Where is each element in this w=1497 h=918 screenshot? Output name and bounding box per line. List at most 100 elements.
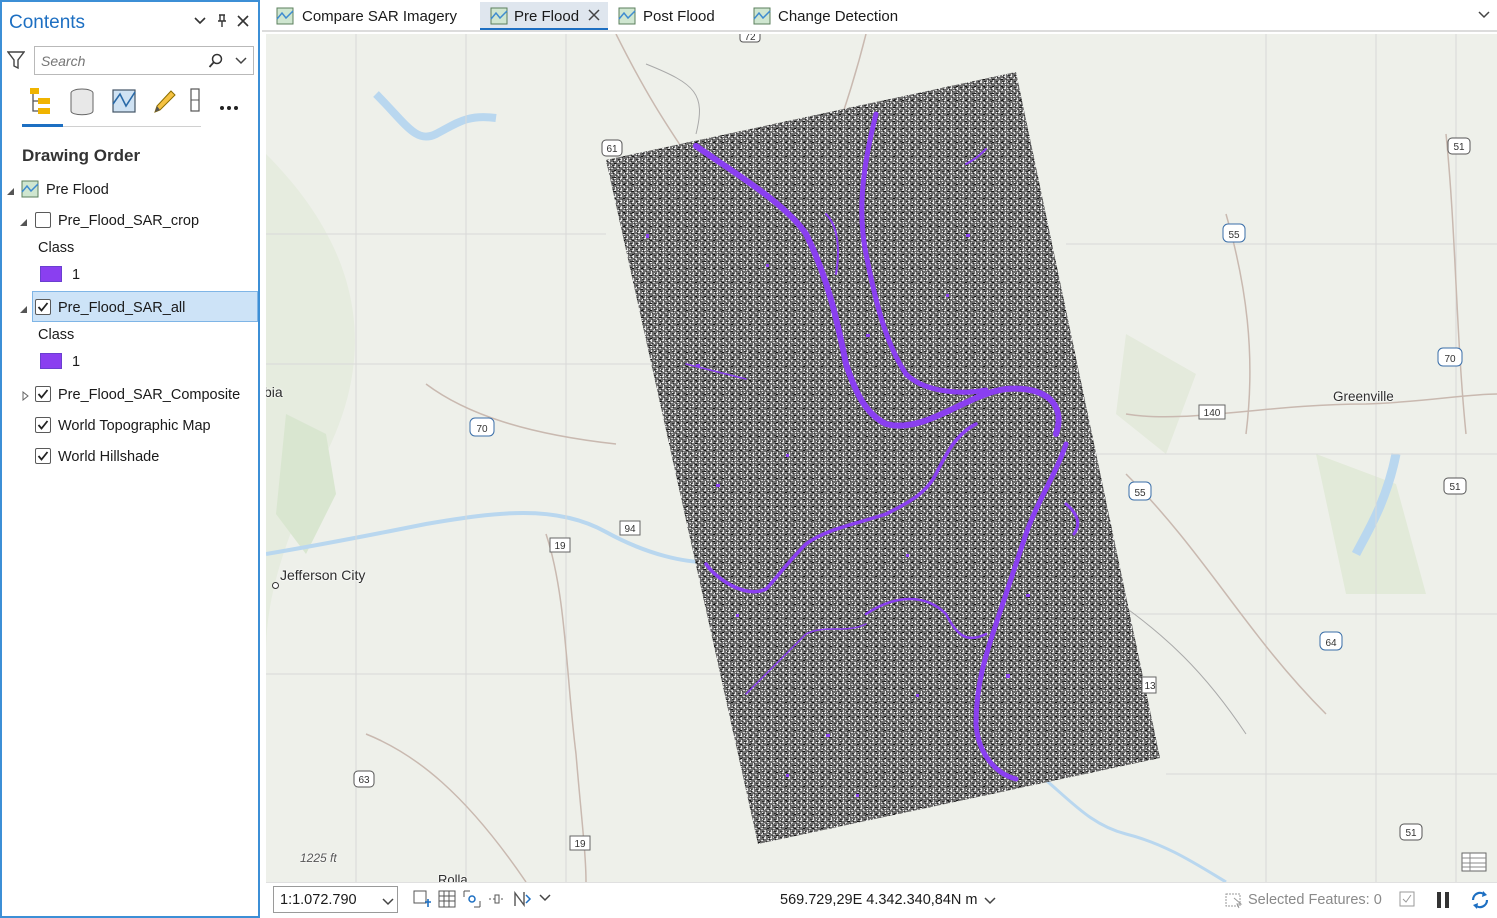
edit-pencil-icon[interactable] (149, 86, 179, 118)
close-tab-icon[interactable] (585, 6, 603, 24)
snapping-icon[interactable] (185, 86, 215, 118)
place-label-partial: bia (266, 384, 283, 400)
map-view-tabs: Compare SAR Imagery Pre Flood Post Flood… (262, 0, 1497, 32)
svg-text:64: 64 (1325, 638, 1337, 649)
rotation-icon[interactable] (512, 889, 532, 909)
grid-icon[interactable] (437, 889, 457, 909)
svg-text:70: 70 (1444, 354, 1456, 365)
route-shield-13: 13 (1141, 676, 1157, 694)
toolbar-divider (63, 126, 201, 127)
expand-icon[interactable] (21, 388, 31, 402)
contents-header: Contents (2, 2, 258, 42)
layer-item-pre-flood-sar-composite[interactable]: Pre_Flood_SAR_Composite (2, 381, 258, 409)
options-dropdown-icon[interactable] (192, 14, 208, 30)
more-options-icon[interactable] (217, 86, 247, 118)
interstate-shield-70-east: 70 (1437, 347, 1463, 367)
class-value: 1 (72, 267, 81, 283)
class-color-swatch[interactable] (40, 353, 62, 369)
refresh-icon[interactable] (1469, 889, 1491, 911)
chevron-down-icon[interactable] (538, 891, 558, 911)
map-icon (21, 180, 39, 198)
layer-name: World Topographic Map (58, 418, 211, 434)
place-label-greenville: Greenville (1333, 389, 1394, 404)
layer-visibility-checkbox[interactable] (35, 386, 51, 402)
layer-visibility-checkbox[interactable] (35, 448, 51, 464)
map-icon (490, 7, 508, 25)
fixed-zoom-in-icon[interactable] (412, 889, 432, 909)
tab-post-flood[interactable]: Post Flood (612, 2, 742, 30)
place-label-rolla: Rolla (438, 872, 468, 882)
interstate-shield-55-south: 55 (1128, 481, 1152, 501)
map-item-pre-flood[interactable]: Pre Flood (2, 176, 258, 204)
close-icon[interactable] (235, 14, 251, 30)
svg-text:72: 72 (744, 34, 756, 43)
layer-visibility-checkbox[interactable] (35, 417, 51, 433)
class-color-swatch[interactable] (40, 266, 62, 282)
map-view[interactable]: 61 72 51 55 70 140 70 94 19 55 51 64 13 … (266, 34, 1497, 882)
tab-label: Change Detection (778, 8, 899, 25)
class-value: 1 (72, 354, 81, 370)
svg-text:19: 19 (574, 839, 586, 850)
layer-name: Pre_Flood_SAR_all (58, 300, 186, 316)
contents-pane: Contents Search Drawing Order Pre Flood … (0, 0, 260, 918)
chevron-down-icon[interactable] (1477, 8, 1491, 22)
route-shield-140: 140 (1198, 404, 1226, 420)
layer-item-pre-flood-sar-crop[interactable]: Pre_Flood_SAR_crop (2, 207, 258, 235)
tab-compare-sar-imagery[interactable]: Compare SAR Imagery (266, 2, 474, 30)
layer-visibility-checkbox[interactable] (35, 299, 51, 315)
layer-item-world-hillshade[interactable]: World Hillshade (2, 443, 258, 471)
chevron-down-icon[interactable] (234, 54, 248, 68)
constraint-icon[interactable] (487, 889, 507, 909)
map-icon (753, 7, 771, 25)
svg-text:94: 94 (624, 524, 636, 535)
selected-features-count: Selected Features: 0 (1248, 892, 1382, 908)
collapse-icon[interactable] (19, 215, 29, 226)
route-shield-19-north: 19 (549, 537, 571, 553)
selection-view-icon[interactable] (110, 86, 140, 118)
layer-name: Pre_Flood_SAR_Composite (58, 387, 241, 403)
table-icon[interactable] (1398, 890, 1416, 908)
data-source-icon[interactable] (68, 86, 98, 118)
map-icon (618, 7, 636, 25)
attribute-table-icon[interactable] (1460, 850, 1488, 874)
scale-value: 1:1.072.790 (280, 892, 357, 908)
tab-change-detection[interactable]: Change Detection (748, 2, 948, 30)
search-icon[interactable] (208, 53, 224, 69)
tab-label: Pre Flood (514, 8, 580, 25)
svg-text:63: 63 (358, 775, 370, 786)
svg-text:70: 70 (476, 424, 488, 435)
svg-text:51: 51 (1453, 142, 1465, 153)
interstate-shield-70-west: 70 (469, 417, 495, 437)
search-input[interactable] (41, 52, 201, 70)
svg-text:13: 13 (1144, 681, 1156, 692)
svg-text:51: 51 (1449, 482, 1461, 493)
us-route-shield-51-south: 51 (1399, 823, 1423, 841)
chevron-down-icon[interactable] (984, 894, 996, 906)
us-route-shield-51-middle: 51 (1443, 477, 1467, 495)
svg-text:55: 55 (1134, 488, 1146, 499)
pause-drawing-button[interactable] (1434, 890, 1452, 910)
snapping-grid-icon[interactable] (462, 889, 482, 909)
filter-icon[interactable] (6, 50, 26, 70)
interstate-shield-64: 64 (1319, 631, 1343, 651)
chevron-down-icon[interactable] (382, 895, 394, 907)
route-shield-19-south: 19 (569, 835, 591, 851)
us-route-shield-63: 63 (353, 770, 375, 788)
layer-visibility-checkbox[interactable] (35, 212, 51, 228)
svg-text:61: 61 (606, 144, 618, 155)
scale-selector[interactable]: 1:1.072.790 (273, 886, 398, 913)
tab-pre-flood[interactable]: Pre Flood (480, 2, 608, 30)
collapse-icon[interactable] (6, 184, 16, 195)
layer-item-pre-flood-sar-all[interactable]: Pre_Flood_SAR_all (2, 294, 258, 322)
collapse-icon[interactable] (19, 302, 29, 313)
map-name: Pre Flood (46, 182, 109, 198)
search-box[interactable] (34, 46, 254, 75)
tab-label: Compare SAR Imagery (302, 8, 458, 25)
pin-icon[interactable] (214, 14, 230, 30)
selected-features-icon (1224, 890, 1244, 910)
layer-item-world-topographic-map[interactable]: World Topographic Map (2, 412, 258, 440)
drawing-order-icon[interactable] (26, 86, 56, 118)
class-header: Class (38, 327, 75, 343)
interstate-shield-55-north: 55 (1222, 223, 1246, 243)
svg-text:55: 55 (1228, 230, 1240, 241)
